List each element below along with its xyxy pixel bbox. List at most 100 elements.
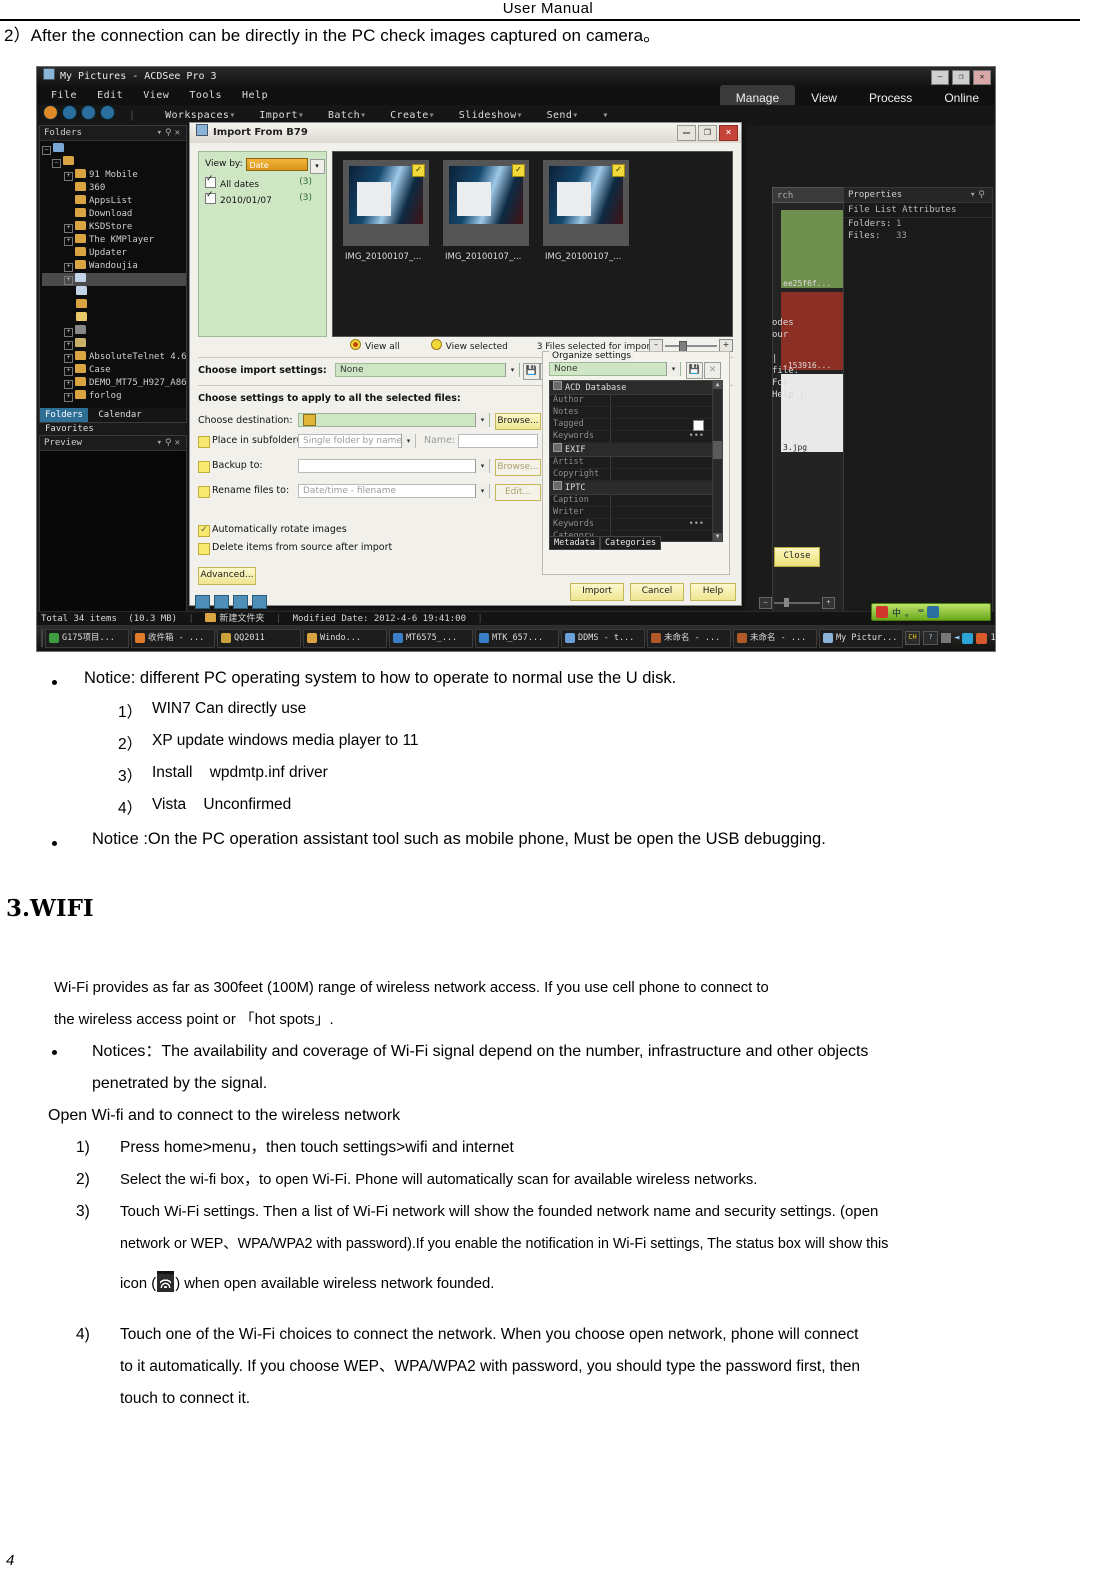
taskbar-button[interactable]: My Pictur... <box>819 628 903 648</box>
subfolder-select[interactable]: Single folder by name ▾ <box>298 434 416 448</box>
expand-icon[interactable]: + <box>64 263 73 272</box>
zoom-knob[interactable] <box>784 598 789 607</box>
taskbar-button[interactable]: 收件箱 - ... <box>131 628 215 648</box>
view-selected-label[interactable]: View selected <box>446 342 508 352</box>
metadata-group[interactable]: IPTC <box>550 481 722 495</box>
antivirus-icon[interactable] <box>976 632 988 644</box>
tree-root[interactable]: – <box>42 143 186 156</box>
view-by-select[interactable]: Date <box>245 158 308 171</box>
import-thumbnails-pane[interactable]: ✓ IMG_20100107_... ✓ IMG_20100107_... ✓ … <box>332 151 733 337</box>
taskbar-button[interactable]: MTK_657... <box>475 628 559 648</box>
dialog-close-icon[interactable]: ✕ <box>719 125 738 141</box>
tree-node[interactable] <box>42 286 186 299</box>
metadata-table[interactable]: ACD Database Author Notes Tagged Keyword… <box>549 380 723 542</box>
expand-icon[interactable]: – <box>42 146 51 155</box>
rename-checkbox[interactable] <box>198 486 210 498</box>
chevron-down-icon[interactable]: ▾ <box>309 159 325 174</box>
zoom-track[interactable] <box>665 340 717 353</box>
browse-backup-button[interactable]: Browse... <box>495 459 541 476</box>
window-controls[interactable]: — ❐ ✕ <box>931 70 991 85</box>
name-input[interactable] <box>458 434 538 448</box>
folders-pane-controls[interactable]: ▾⚲✕ <box>157 126 183 140</box>
menu-view[interactable]: View <box>143 90 169 101</box>
import-dialog[interactable]: Import From B79 — ❐ ✕ View by: Date▾ All… <box>189 122 742 606</box>
expand-icon[interactable]: + <box>64 380 73 389</box>
thumb-check-icon[interactable]: ✓ <box>612 164 625 177</box>
tree-node[interactable] <box>42 299 186 312</box>
cancel-button[interactable]: Cancel <box>630 583 684 601</box>
toolbar-create[interactable]: Create <box>390 110 429 121</box>
metadata-row[interactable]: Notes <box>550 407 722 419</box>
dialog-minimize-icon[interactable]: — <box>677 125 696 141</box>
pane-tab-favorites[interactable]: Favorites <box>40 422 99 436</box>
folder-tree[interactable]: – – +91 Mobile +360 +AppsList +Download … <box>40 141 186 403</box>
quick-launch-icon[interactable] <box>41 629 43 647</box>
metadata-row[interactable]: Artist <box>550 457 722 469</box>
import-thumb[interactable]: ✓ IMG_20100107_... <box>543 160 629 262</box>
checkbox-icon[interactable] <box>205 190 216 204</box>
tree-node[interactable]: + <box>42 338 186 351</box>
ime-tool-icon[interactable] <box>927 606 940 618</box>
metadata-more-icon[interactable]: ••• <box>689 519 704 530</box>
browse-destination-button[interactable]: Browse... <box>495 413 541 430</box>
ime-indicator[interactable]: CH <box>905 631 920 645</box>
expand-icon[interactable]: – <box>52 159 61 168</box>
tree-item-wandoujia[interactable]: + Wandoujia <box>42 260 186 273</box>
dialog-window-controls[interactable]: — ❐ ✕ <box>677 125 738 141</box>
clear-organize-button[interactable]: ✕ <box>704 362 721 379</box>
chevron-down-icon[interactable]: ▾ <box>475 413 489 427</box>
collapse-icon[interactable] <box>553 381 562 390</box>
tree-item-360[interactable]: +360 <box>42 182 186 195</box>
import-thumb[interactable]: ✓ IMG_20100107_... <box>443 160 529 262</box>
taskbar-button[interactable]: 未命名 - ... <box>647 628 731 648</box>
expand-icon[interactable]: + <box>64 328 73 337</box>
zoom-in-icon[interactable]: + <box>822 597 835 609</box>
messenger-icon[interactable] <box>962 632 974 644</box>
taskbar-button[interactable]: 未命名 - ... <box>733 628 817 648</box>
bottom-zoom-slider[interactable]: – + <box>759 597 835 609</box>
zoom-out-icon[interactable]: – <box>759 597 772 609</box>
metadata-row[interactable]: Writer <box>550 507 722 519</box>
expand-icon[interactable]: + <box>64 341 73 350</box>
tree-node[interactable]: + <box>42 325 186 338</box>
maximize-icon[interactable]: ❐ <box>952 70 970 85</box>
menu-help[interactable]: Help <box>242 90 268 101</box>
back-icon[interactable] <box>62 105 77 120</box>
collapse-icon[interactable] <box>553 481 562 490</box>
menu-tools[interactable]: Tools <box>189 90 222 101</box>
metadata-row[interactable]: Keywords ••• <box>550 431 722 443</box>
toolbar-slideshow[interactable]: Slideshow <box>459 110 517 121</box>
rotate-left-icon[interactable] <box>214 595 229 609</box>
taskbar-button[interactable]: MT6575_... <box>389 628 473 648</box>
taskbar-button[interactable]: DDMS - t... <box>561 628 645 648</box>
place-in-subfolder-checkbox[interactable] <box>198 436 210 448</box>
chevron-down-icon[interactable]: ▾ <box>475 459 489 473</box>
network-icon[interactable] <box>941 633 951 643</box>
tree-item-selected[interactable]: + <box>42 273 186 286</box>
expand-icon[interactable]: + <box>64 367 73 376</box>
chevron-down-icon[interactable]: ▾ <box>666 362 680 376</box>
checkbox-icon[interactable] <box>205 174 216 188</box>
help-button[interactable]: Help <box>690 583 736 601</box>
tree-item-kmplayer[interactable]: + The KMPlayer <box>42 234 186 247</box>
ime-icon[interactable] <box>876 606 888 618</box>
import-button[interactable]: Import <box>570 583 624 601</box>
backup-select[interactable]: ▾ <box>298 459 490 473</box>
close-button[interactable]: Close <box>774 547 820 567</box>
expand-icon[interactable]: + <box>64 276 73 285</box>
expand-icon[interactable]: + <box>64 237 73 246</box>
scroll-up-icon[interactable]: ▲ <box>713 381 722 389</box>
taskbar-button[interactable]: Windo... <box>303 628 387 648</box>
thumb-check-icon[interactable]: ✓ <box>512 164 525 177</box>
ime-keyboard-icon[interactable]: ⌨ <box>918 607 923 617</box>
windows-taskbar[interactable]: G175项目... 收件箱 - ... QQ2011 Windo... MT65… <box>37 625 995 651</box>
metadata-group[interactable]: ACD Database <box>550 381 722 395</box>
date-filter-all[interactable]: All dates (3) <box>199 174 326 190</box>
pane-tab-folders[interactable]: Folders <box>40 408 88 422</box>
tree-item-forlog[interactable]: + forlog <box>42 390 186 403</box>
import-settings-select[interactable]: None ▾ <box>335 363 520 377</box>
metadata-group[interactable]: EXIF <box>550 443 722 457</box>
menu-edit[interactable]: Edit <box>97 90 123 101</box>
scroll-thumb[interactable] <box>713 441 722 459</box>
system-tray[interactable]: CH ? ◄ 14:46 <box>905 631 995 645</box>
